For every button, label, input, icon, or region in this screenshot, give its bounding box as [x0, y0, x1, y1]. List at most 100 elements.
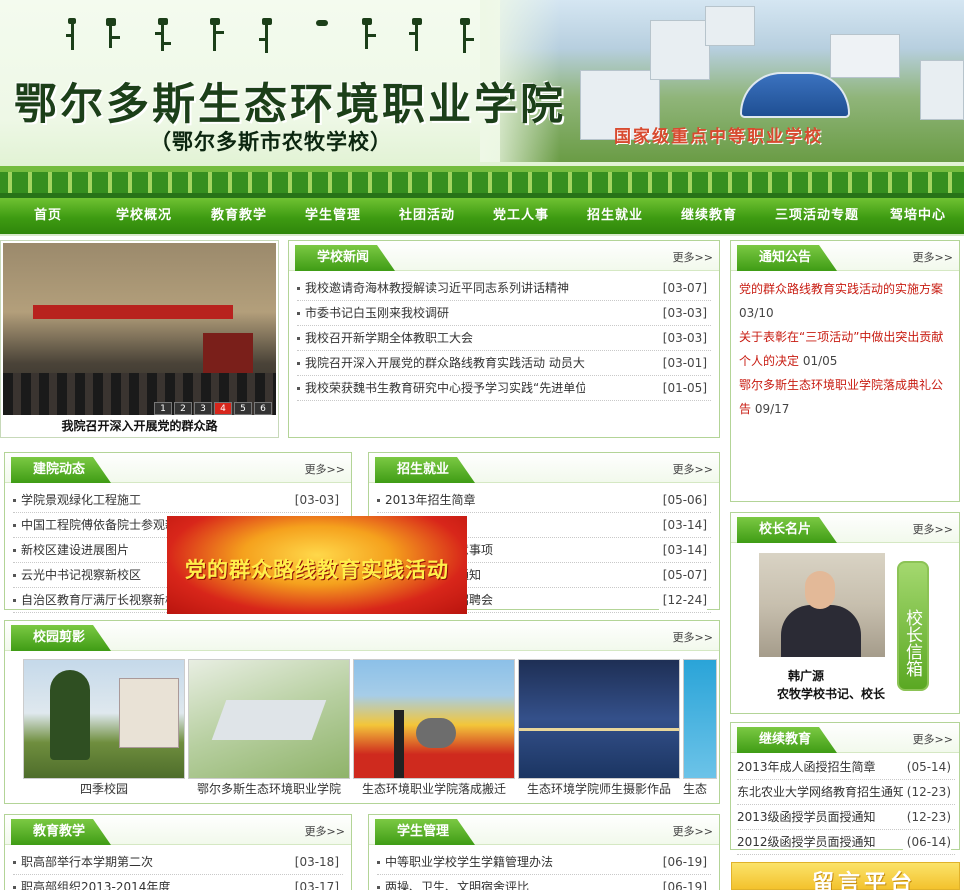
news-item[interactable]: 我校召开新学期全体教职工大会 [03-03] [297, 326, 711, 351]
nav-item-clubs[interactable]: 社团活动 [380, 197, 474, 235]
notice-more-link[interactable]: 更多>> [913, 249, 953, 265]
slide-dot[interactable]: 6 [254, 402, 272, 415]
nav-item-overview[interactable]: 学校概况 [96, 197, 192, 235]
gallery-more-link[interactable]: 更多>> [673, 629, 713, 645]
continuing-item-date: (06-14) [902, 830, 951, 854]
teaching-more-link[interactable]: 更多>> [305, 823, 345, 839]
slide-dot[interactable]: 5 [234, 402, 252, 415]
continuing-item-title[interactable]: 东北农业大学网络教育招生通知 [737, 780, 905, 804]
slide-dot-active[interactable]: 4 [214, 402, 232, 415]
notice-item-date: 09/17 [754, 402, 790, 416]
nav-item-driving[interactable]: 驾培中心 [878, 197, 958, 235]
news-item[interactable]: 市委书记白玉刚来我校调研 [03-03] [297, 301, 711, 326]
school-news-title: 学校新闻 [295, 245, 396, 271]
slide-dot[interactable]: 2 [174, 402, 192, 415]
slideshow-photo[interactable] [3, 243, 276, 415]
employment-item[interactable]: 2013年招生简章 [05-06] [377, 488, 711, 513]
principal-role: 农牧学校书记、校长 [776, 687, 885, 701]
continuing-item[interactable]: 2013级函授学员面授通知 (12-23) [737, 805, 955, 830]
news-item-title[interactable]: 我校召开新学期全体教职工大会 [305, 326, 473, 350]
notice-item[interactable]: 鄂尔多斯生态环境职业学院落成典礼公告 09/17 [739, 373, 951, 421]
construction-more-link[interactable]: 更多>> [305, 461, 345, 477]
nav-item-student[interactable]: 学生管理 [286, 197, 380, 235]
school-news-more-link[interactable]: 更多>> [673, 249, 713, 265]
continuing-item-date: (05-14) [902, 755, 951, 779]
employment-item-date: [05-07] [658, 563, 707, 587]
principal-more-link[interactable]: 更多>> [913, 521, 953, 537]
notice-item-title[interactable]: 关于表彰在“三项活动”中做出突出贡献个人的决定 [739, 330, 943, 368]
notice-item-title[interactable]: 党的群众路线教育实践活动的实施方案 [739, 282, 943, 296]
employment-item-date: [12-24] [658, 588, 707, 612]
gallery-item[interactable]: 生态环境职业学院落成搬迁 [353, 659, 515, 799]
student-item-title[interactable]: 中等职业学校学生学籍管理办法 [385, 850, 553, 874]
site-slogan: 国家级重点中等职业学校 [614, 127, 823, 147]
student-item[interactable]: 两操、卫生、文明宿舍评比 [06-19] [377, 875, 711, 890]
continuing-more-link[interactable]: 更多>> [913, 731, 953, 747]
nav-item-teaching[interactable]: 教育教学 [192, 197, 286, 235]
student-more-link[interactable]: 更多>> [673, 823, 713, 839]
slideshow-caption[interactable]: 我院召开深入开展党的群众路 [1, 417, 278, 434]
nav-item-home[interactable]: 首页 [0, 197, 96, 235]
slide-dot[interactable]: 3 [194, 402, 212, 415]
news-item[interactable]: 我校荣获魏书生教育研究中心授予学习实践“先进单位” [01-05] [297, 376, 711, 401]
principal-mailbox-button[interactable]: 校长信箱 [897, 561, 929, 691]
teaching-item[interactable]: 职高部组织2013-2014年度 [03-17] [13, 875, 343, 890]
gallery-item[interactable]: 生态环境学院师生摄影作品 [518, 659, 680, 799]
continuing-item-date: (12-23) [902, 780, 951, 804]
principal-title: 校长名片 [737, 517, 838, 543]
slide-dot[interactable]: 1 [154, 402, 172, 415]
student-item[interactable]: 中等职业学校学生学籍管理办法 [06-19] [377, 850, 711, 875]
news-item-date: [01-05] [658, 376, 707, 400]
news-item-title[interactable]: 我院召开深入开展党的群众路线教育实践活动 动员大会 [305, 351, 585, 375]
construction-item-title[interactable]: 新校区建设进展图片 [21, 538, 129, 562]
news-item-title[interactable]: 市委书记白玉刚来我校调研 [305, 301, 449, 325]
nav-item-party[interactable]: 党工人事 [474, 197, 568, 235]
teaching-item-date: [03-17] [290, 875, 339, 890]
construction-item-title[interactable]: 学院景观绿化工程施工 [21, 488, 141, 512]
construction-item[interactable]: 学院景观绿化工程施工 [03-03] [13, 488, 343, 513]
teaching-item[interactable]: 职高部举行本学期第二次 [03-18] [13, 850, 343, 875]
message-board-banner[interactable]: 留言平台 [731, 862, 960, 890]
employment-more-link[interactable]: 更多>> [673, 461, 713, 477]
student-item-date: [06-19] [658, 875, 707, 890]
continuing-item-title[interactable]: 2013年成人函授招生简章 [737, 755, 876, 779]
gallery-item[interactable]: 四季校园 [23, 659, 185, 799]
notice-item[interactable]: 党的群众路线教育实践活动的实施方案 03/10 [739, 277, 951, 325]
construction-item-title[interactable]: 中国工程院傅依备院士参观新 [21, 513, 177, 537]
news-item[interactable]: 我校邀请奇海林教授解读习近平同志系列讲话精神 [03-07] [297, 276, 711, 301]
campaign-popup-ad[interactable]: 党的群众路线教育实践活动 [167, 516, 467, 614]
teaching-item-title[interactable]: 职高部组织2013-2014年度 [21, 875, 170, 890]
continuing-item-title[interactable]: 2012级函授学员面授通知 [737, 830, 876, 854]
news-item-title[interactable]: 我校邀请奇海林教授解读习近平同志系列讲话精神 [305, 276, 569, 300]
continuing-item[interactable]: 东北农业大学网络教育招生通知 (12-23) [737, 780, 955, 805]
nav-item-continuing[interactable]: 继续教育 [662, 197, 756, 235]
site-banner: 鄂尔多斯生态环境职业学院 （鄂尔多斯市农牧学校） 国家级重点中等职业学校 [0, 0, 964, 198]
continuing-item-title[interactable]: 2013级函授学员面授通知 [737, 805, 876, 829]
employment-title: 招生就业 [375, 457, 476, 483]
construction-item-title[interactable]: 自治区教育厅满厅长视察新校 [21, 588, 177, 612]
continuing-item[interactable]: 2012级函授学员面授通知 (06-14) [737, 830, 955, 855]
employment-item-title[interactable]: 2013年招生简章 [385, 488, 476, 512]
campaign-popup-text: 党的群众路线教育实践活动 [185, 558, 449, 582]
teaching-item-title[interactable]: 职高部举行本学期第二次 [21, 850, 153, 874]
construction-title: 建院动态 [11, 457, 112, 483]
teaching-item-date: [03-18] [290, 850, 339, 874]
notice-title: 通知公告 [737, 245, 838, 271]
news-item[interactable]: 我院召开深入开展党的群众路线教育实践活动 动员大会 [03-01] [297, 351, 711, 376]
news-item-title[interactable]: 我校荣获魏书生教育研究中心授予学习实践“先进单位” [305, 376, 585, 400]
student-item-title[interactable]: 两操、卫生、文明宿舍评比 [385, 875, 529, 890]
nav-item-three-activities[interactable]: 三项活动专题 [756, 197, 878, 235]
news-item-date: [03-03] [658, 301, 707, 325]
student-panel: 学生管理 更多>> 中等职业学校学生学籍管理办法 [06-19] 两操、卫生、文明宿… [368, 814, 720, 890]
principal-panel: 校长名片 更多>> 韩广源 农牧学校书记、校长 校长信箱 [730, 512, 960, 714]
continuing-item[interactable]: 2013年成人函授招生简章 (05-14) [737, 755, 955, 780]
gallery-item[interactable]: 生态 [683, 659, 717, 799]
continuing-item-date: (12-23) [902, 805, 951, 829]
nav-item-enrollment[interactable]: 招生就业 [568, 197, 662, 235]
notice-item-date: 03/10 [739, 306, 774, 320]
employment-item-date: [05-06] [658, 488, 707, 512]
gallery-item[interactable]: 鄂尔多斯生态环境职业学院 [188, 659, 350, 799]
notice-item-date: 01/05 [802, 354, 838, 368]
notice-item[interactable]: 关于表彰在“三项活动”中做出突出贡献个人的决定 01/05 [739, 325, 951, 373]
construction-item-title[interactable]: 云光中书记视察新校区 [21, 563, 141, 587]
